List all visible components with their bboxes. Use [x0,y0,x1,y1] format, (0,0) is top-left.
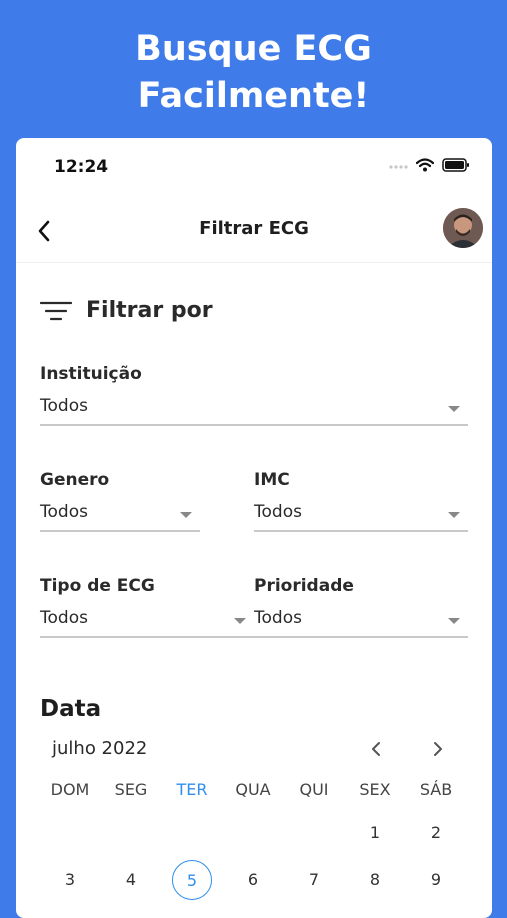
select-value: Todos [40,502,88,522]
status-time: 12:24 [54,157,109,177]
wifi-icon [416,158,434,172]
caret-down-icon [448,406,460,412]
calendar-day-1[interactable]: 1 [355,813,395,853]
weekday-qua: QUA [235,780,271,799]
tipo-ecg-select[interactable]: Todos [40,604,254,638]
imc-select[interactable]: Todos [254,498,468,532]
calendar-day-8[interactable]: 8 [355,860,395,900]
calendar-weekdays: DOM SEG TER QUA QUI SEX SÁB [40,780,484,804]
select-value: Todos [254,502,302,522]
phone-screen: 12:24 Filtrar ECG Filtrar por Instituiçã… [16,138,492,918]
select-value: Todos [254,608,302,628]
calendar-day-7[interactable]: 7 [294,860,334,900]
headline-line-2: Facilmente! [137,76,370,116]
instituicao-select[interactable]: Todos [40,392,468,426]
field-instituicao: Instituição Todos [40,364,468,426]
weekday-sex: SEX [359,780,391,799]
prioridade-select[interactable]: Todos [254,604,468,638]
status-bar: 12:24 [16,138,492,198]
field-label: Instituição [40,364,142,384]
chevron-right-icon[interactable] [426,738,448,760]
caret-down-icon [180,512,192,518]
genero-select[interactable]: Todos [40,498,200,532]
avatar-image [443,208,483,248]
headline-line-1: Busque ECG [135,29,372,69]
field-label: Prioridade [254,576,354,596]
cellular-icon [389,165,408,169]
filter-heading: Filtrar por [40,298,213,323]
promo-headline: Busque ECG Facilmente! [0,26,507,120]
avatar[interactable] [443,208,483,248]
weekday-seg: SEG [114,780,148,799]
field-label: Genero [40,470,110,490]
battery-icon [442,158,469,172]
caret-down-icon [234,618,246,624]
filter-lines-icon [40,301,72,320]
calendar-day-3[interactable]: 3 [50,860,90,900]
weekday-sáb: SÁB [419,780,453,799]
weekday-qui: QUI [299,780,329,799]
caret-down-icon [448,512,460,518]
filter-heading-label: Filtrar por [86,298,213,323]
field-tipo-ecg: Tipo de ECG Todos [40,576,254,638]
field-label: IMC [254,470,290,490]
weekday-ter: TER [176,780,208,799]
page-title: Filtrar ECG [199,218,309,239]
calendar-day-2[interactable]: 2 [416,813,456,853]
calendar-day-4[interactable]: 4 [111,860,151,900]
calendar-day-5[interactable]: 5 [172,860,212,900]
chevron-left-icon[interactable] [366,738,388,760]
weekday-dom: DOM [50,780,90,799]
field-label: Tipo de ECG [40,576,155,596]
date-section-title: Data [40,696,102,722]
calendar-month-label: julho 2022 [52,738,148,759]
field-imc: IMC Todos [254,470,468,532]
field-genero: Genero Todos [40,470,200,532]
select-value: Todos [40,396,88,416]
calendar-day-9[interactable]: 9 [416,860,456,900]
field-prioridade: Prioridade Todos [254,576,468,638]
caret-down-icon [448,618,460,624]
calendar-day-6[interactable]: 6 [233,860,273,900]
status-icons [388,158,470,172]
app-header: Filtrar ECG [16,200,492,263]
select-value: Todos [40,608,88,628]
